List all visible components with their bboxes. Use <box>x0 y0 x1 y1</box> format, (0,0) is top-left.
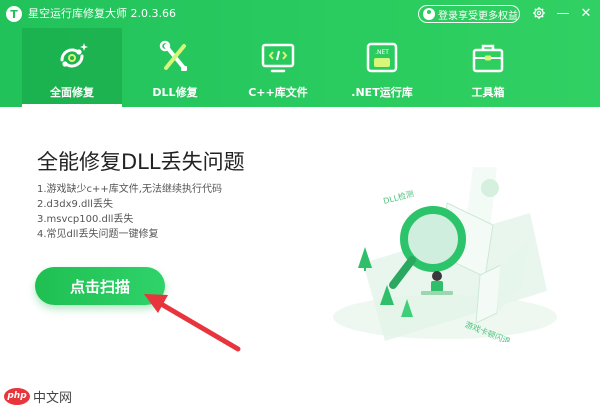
app-logo-icon: T <box>6 6 22 22</box>
tab-cpp-library[interactable]: C++库文件 <box>228 28 328 107</box>
site-watermark: php 中文网 <box>4 386 72 406</box>
dll-scan-illustration: DLL检测 游戏卡顿闪退 <box>333 167 557 342</box>
php-logo: php <box>4 387 30 405</box>
pointer-arrow-icon <box>144 294 241 352</box>
gear-icon <box>533 7 545 19</box>
tab-dotnet-runtime[interactable]: .NET .NET运行库 <box>332 28 432 107</box>
page-title: 全能修复DLL丢失问题 <box>37 150 245 174</box>
settings-button[interactable] <box>531 5 547 21</box>
illustration-label-top: DLL检测 <box>382 188 415 206</box>
main-nav: 全面修复 DLL修复 C++库文件 .NET .NET运行库 工具箱 <box>0 28 600 107</box>
user-icon <box>423 8 435 20</box>
tip-item: 3.msvcp100.dll丢失 <box>37 214 134 225</box>
tab-label: 全面修复 <box>50 86 94 99</box>
tab-dll-repair[interactable]: DLL修复 <box>125 28 225 107</box>
watermark-text: 中文网 <box>33 390 73 406</box>
title-bar: T 星空运行库修复大师 2.0.3.66 登录享受更多权益 — ✕ <box>0 0 600 28</box>
tab-full-repair[interactable]: 全面修复 <box>22 28 122 107</box>
code-monitor-icon <box>258 40 298 76</box>
tab-label: C++库文件 <box>248 86 308 99</box>
svg-text:.NET: .NET <box>375 49 389 56</box>
refresh-repair-icon <box>52 40 92 76</box>
net-framework-icon: .NET <box>362 40 402 76</box>
close-button[interactable]: ✕ <box>578 5 594 21</box>
tab-toolbox[interactable]: 工具箱 <box>438 28 538 107</box>
tab-label: 工具箱 <box>471 86 505 99</box>
tips-list: 1.游戏缺少c++库文件,无法继续执行代码 2.d3dx9.dll丢失 3.ms… <box>37 182 222 242</box>
tab-label: DLL修复 <box>152 86 198 99</box>
tab-label: .NET运行库 <box>351 86 413 99</box>
app-window: T 星空运行库修复大师 2.0.3.66 登录享受更多权益 — ✕ 全面修复 D… <box>0 0 600 410</box>
tip-item: 2.d3dx9.dll丢失 <box>37 199 113 210</box>
wrench-screwdriver-icon <box>155 40 195 76</box>
login-button[interactable]: 登录享受更多权益 <box>418 5 520 23</box>
tip-item: 1.游戏缺少c++库文件,无法继续执行代码 <box>37 184 222 195</box>
login-label: 登录享受更多权益 <box>438 10 518 22</box>
tip-item: 4.常见dll丢失问题一键修复 <box>37 229 159 240</box>
app-title: 星空运行库修复大师 2.0.3.66 <box>28 7 176 20</box>
minimize-button[interactable]: — <box>555 5 571 21</box>
toolbox-icon <box>468 40 508 76</box>
main-panel: 全能修复DLL丢失问题 1.游戏缺少c++库文件,无法继续执行代码 2.d3dx… <box>0 107 600 410</box>
header: T 星空运行库修复大师 2.0.3.66 登录享受更多权益 — ✕ 全面修复 D… <box>0 0 600 107</box>
